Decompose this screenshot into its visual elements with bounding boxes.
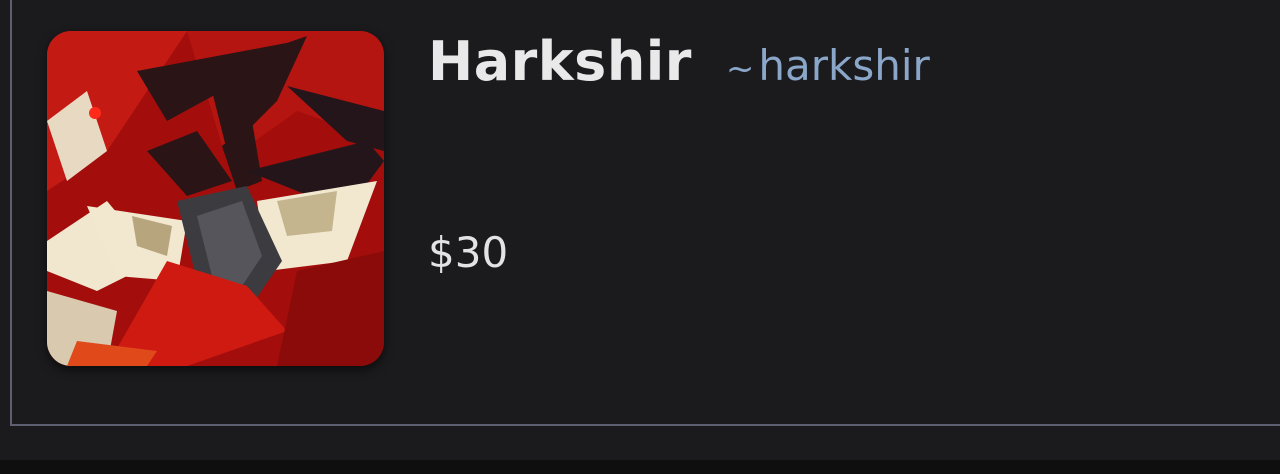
bottom-divider [0, 460, 1280, 474]
page: Harkshir ~harkshir $30 [0, 0, 1280, 474]
username-link[interactable]: ~harkshir [726, 41, 930, 90]
price: $30 [428, 228, 509, 277]
avatar[interactable] [47, 31, 384, 366]
username-prefix: ~ [725, 49, 755, 89]
display-name[interactable]: Harkshir [428, 30, 692, 93]
avatar-icon [47, 31, 384, 366]
username-text: harkshir [758, 41, 930, 90]
name-row: Harkshir ~harkshir [428, 30, 930, 110]
